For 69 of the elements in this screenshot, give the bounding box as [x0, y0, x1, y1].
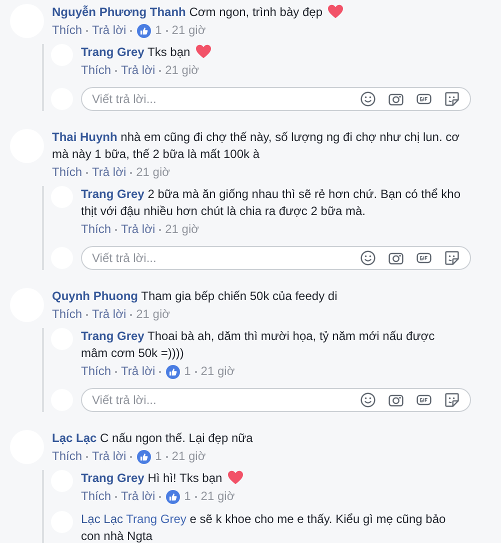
reply-input[interactable]: Viết trả lời...	[92, 251, 348, 265]
gif-icon[interactable]	[416, 91, 432, 107]
reply-link[interactable]: Trả lời	[121, 62, 156, 79]
like-icon	[166, 490, 180, 504]
like-link[interactable]: Thích	[52, 306, 82, 323]
comment-text: Trang Grey Thoai bà ah, dăm thì mười họa, tỷ năm mới nấu được mâm cơm 50k =))))	[81, 328, 436, 362]
like-link[interactable]: Thích	[52, 164, 82, 181]
timestamp: 21 giờ	[165, 62, 199, 79]
comment-text: Nguyễn Phương Thanh Cơm ngon, trình bày đẹp	[52, 4, 472, 21]
timestamp: 21 giờ	[136, 306, 170, 323]
comment-text: Thai Huynh nhà em cũng đi chợ thế này, số lượng ng đi chợ như chị lun. cơ mà này 1 bữa, thế 2 bữa là mất 100k à	[52, 129, 461, 163]
comment-text: Trang Grey Tks bạn	[81, 44, 463, 61]
author-link[interactable]: Quynh Phuong	[52, 289, 138, 303]
like-link[interactable]: Thích	[81, 363, 112, 380]
like-count: 1	[155, 448, 162, 465]
like-link[interactable]: Thích	[52, 22, 82, 39]
reply-link[interactable]: Trả lời	[92, 306, 126, 323]
author-link[interactable]: Nguyễn Phương Thanh	[52, 5, 186, 19]
comment-text: Lạc Lạc C nấu ngon thế. Lại đẹp nữa	[52, 430, 254, 447]
like-icon	[137, 24, 152, 38]
like-count: 1	[155, 22, 162, 39]
like-count: 1	[184, 488, 191, 505]
sticker-icon[interactable]	[444, 91, 460, 107]
comment-text: Trang Grey 2 bữa mà ăn giống nhau thì sẽ rẻ hơn chứ. Bạn có thể kho thịt với đậu nhiều hơn chút là chia ra được 2 bữa mà.	[81, 186, 462, 220]
like-link[interactable]: Thích	[81, 488, 112, 505]
like-icon	[137, 450, 152, 464]
comment-text: Trang Grey Hì hì! Tks bạn	[81, 470, 463, 487]
reply-input[interactable]: Viết trả lời...	[92, 393, 348, 407]
timestamp: 21 giờ	[200, 363, 235, 380]
reply-link[interactable]: Trả lời	[121, 488, 156, 505]
camera-icon[interactable]	[388, 392, 404, 408]
timestamp: 21 giờ	[200, 488, 235, 505]
author-link[interactable]: Trang Grey	[81, 471, 144, 485]
timestamp: 21 giờ	[165, 221, 199, 238]
timestamp: 21 giờ	[172, 22, 206, 39]
author-link[interactable]: Trang Grey	[81, 329, 144, 343]
author-link[interactable]: Trang Grey	[81, 187, 144, 201]
reply-link[interactable]: Trả lời	[92, 22, 126, 39]
gif-icon[interactable]	[416, 250, 432, 266]
emoji-icon[interactable]	[360, 392, 376, 408]
like-link[interactable]: Thích	[52, 448, 82, 465]
like-link[interactable]: Thích	[81, 221, 112, 238]
author-link[interactable]: Trang Grey	[81, 45, 144, 59]
like-count: 1	[184, 363, 191, 380]
author-link[interactable]: Lạc Lạc	[81, 512, 124, 526]
reply-link[interactable]: Trả lời	[92, 164, 126, 181]
like-link[interactable]: Thích	[81, 62, 112, 79]
sticker-icon[interactable]	[444, 392, 460, 408]
comment-text: Lạc Lạc Trang Grey e sẽ k khoe cho me e thấy. Kiểu gì mẹ cũng bảo con nhà Ngta	[81, 511, 447, 543]
comment-box[interactable]: Viết trả lời...	[81, 87, 471, 111]
author-link[interactable]: Lạc Lạc	[52, 431, 97, 445]
sticker-icon[interactable]	[444, 250, 460, 266]
like-icon	[166, 364, 180, 378]
comment-box[interactable]: Viết trả lời...	[81, 388, 471, 412]
reply-link[interactable]: Trả lời	[92, 448, 126, 465]
gif-icon[interactable]	[416, 392, 432, 408]
emoji-icon[interactable]	[360, 250, 376, 266]
emoji-icon[interactable]	[360, 91, 376, 107]
camera-icon[interactable]	[388, 250, 404, 266]
reply-link[interactable]: Trả lời	[121, 363, 156, 380]
mention-link[interactable]: Trang Grey	[126, 512, 186, 526]
timestamp: 21 giờ	[136, 164, 170, 181]
author-link[interactable]: Thai Huynh	[52, 130, 118, 144]
comment-text: Quynh Phuong Tham gia bếp chiến 50k của feedy di	[52, 288, 338, 305]
camera-icon[interactable]	[388, 91, 404, 107]
reply-link[interactable]: Trả lời	[121, 221, 156, 238]
comment-box[interactable]: Viết trả lời...	[81, 246, 471, 270]
timestamp: 21 giờ	[172, 448, 206, 465]
reply-input[interactable]: Viết trả lời...	[92, 92, 348, 106]
